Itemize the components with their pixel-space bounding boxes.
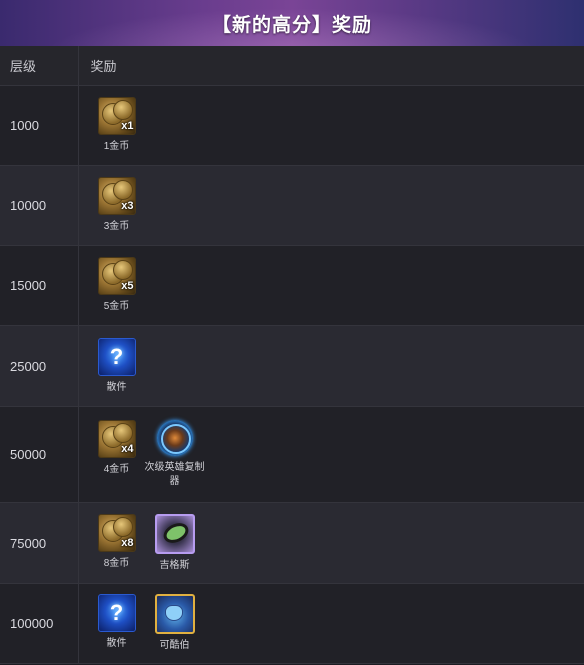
table-header-row: 层级 奖励	[0, 46, 584, 86]
gold-coins-icon: x3	[97, 177, 136, 215]
tier-value: 15000	[0, 245, 79, 326]
table-row: 100000 ? 散件 可酷伯	[0, 583, 584, 664]
reward-count: x3	[121, 200, 134, 212]
reward-label: 8金币	[103, 557, 130, 569]
header-banner: 【新的高分】奖励	[0, 0, 584, 46]
tier-value: 50000	[0, 406, 79, 503]
reward-label: 散件	[106, 638, 127, 649]
reward-label: 5金币	[103, 301, 130, 312]
table-row: 15000 x5 5金币	[0, 245, 584, 326]
gold-coins-icon: x4	[97, 420, 136, 458]
reward-count: x8	[121, 536, 134, 549]
table-row: 50000 x4 4金币 次级英雄复制器	[0, 406, 584, 503]
minor-champion-replicator-icon	[156, 420, 193, 456]
table-row: 75000 x8 8金币 吉格斯	[0, 502, 584, 584]
table-row: 1000 x1 1金币	[0, 85, 584, 166]
column-header-tier: 层级	[0, 46, 79, 86]
mystery-item-icon: ?	[97, 337, 136, 376]
reward-label: 4金币	[103, 464, 130, 475]
reward-count: x4	[121, 443, 134, 455]
tier-value: 75000	[0, 502, 79, 584]
zeke-convergence-icon	[154, 513, 195, 554]
reward-label: 次级英雄复制器	[144, 462, 205, 487]
reward-item: x5 5金币	[87, 257, 147, 314]
table-row: 25000 ? 散件	[0, 325, 584, 407]
tier-value: 25000	[0, 325, 79, 407]
mystery-item-icon: ?	[97, 594, 136, 632]
reward-item: 可酷伯	[145, 594, 205, 653]
page-title: 【新的高分】奖励	[211, 15, 372, 36]
reward-item: 次级英雄复制器	[145, 420, 205, 489]
reward-count: x1	[121, 120, 134, 132]
reward-item: x3 3金币	[87, 177, 147, 234]
reward-label: 1金币	[103, 141, 130, 152]
reward-label: 吉格斯	[159, 559, 190, 571]
reward-item: 吉格斯	[145, 513, 205, 573]
column-header-reward: 奖励	[78, 46, 584, 86]
gold-coins-icon: x8	[97, 513, 136, 552]
reward-item: x4 4金币	[87, 420, 147, 477]
reward-item: x1 1金币	[87, 97, 147, 154]
gold-coins-icon: x1	[97, 97, 136, 135]
reward-label: 3金币	[103, 221, 130, 232]
reward-label: 可酷伯	[159, 640, 190, 651]
tier-value: 1000	[0, 85, 79, 166]
reward-label: 散件	[106, 381, 127, 393]
reward-count: x5	[121, 280, 134, 292]
tier-value: 100000	[0, 583, 79, 664]
table-row: 10000 x3 3金币	[0, 165, 584, 246]
reward-item: ? 散件	[87, 594, 147, 651]
reward-item: x8 8金币	[87, 513, 147, 571]
kobold-icon	[154, 594, 195, 634]
rewards-table: 层级 奖励 1000 x1 1金币 10000 x3 3金币 15000 x5 …	[0, 46, 584, 664]
reward-item: ? 散件	[87, 337, 147, 395]
gold-coins-icon: x5	[97, 257, 136, 295]
tier-value: 10000	[0, 165, 79, 246]
